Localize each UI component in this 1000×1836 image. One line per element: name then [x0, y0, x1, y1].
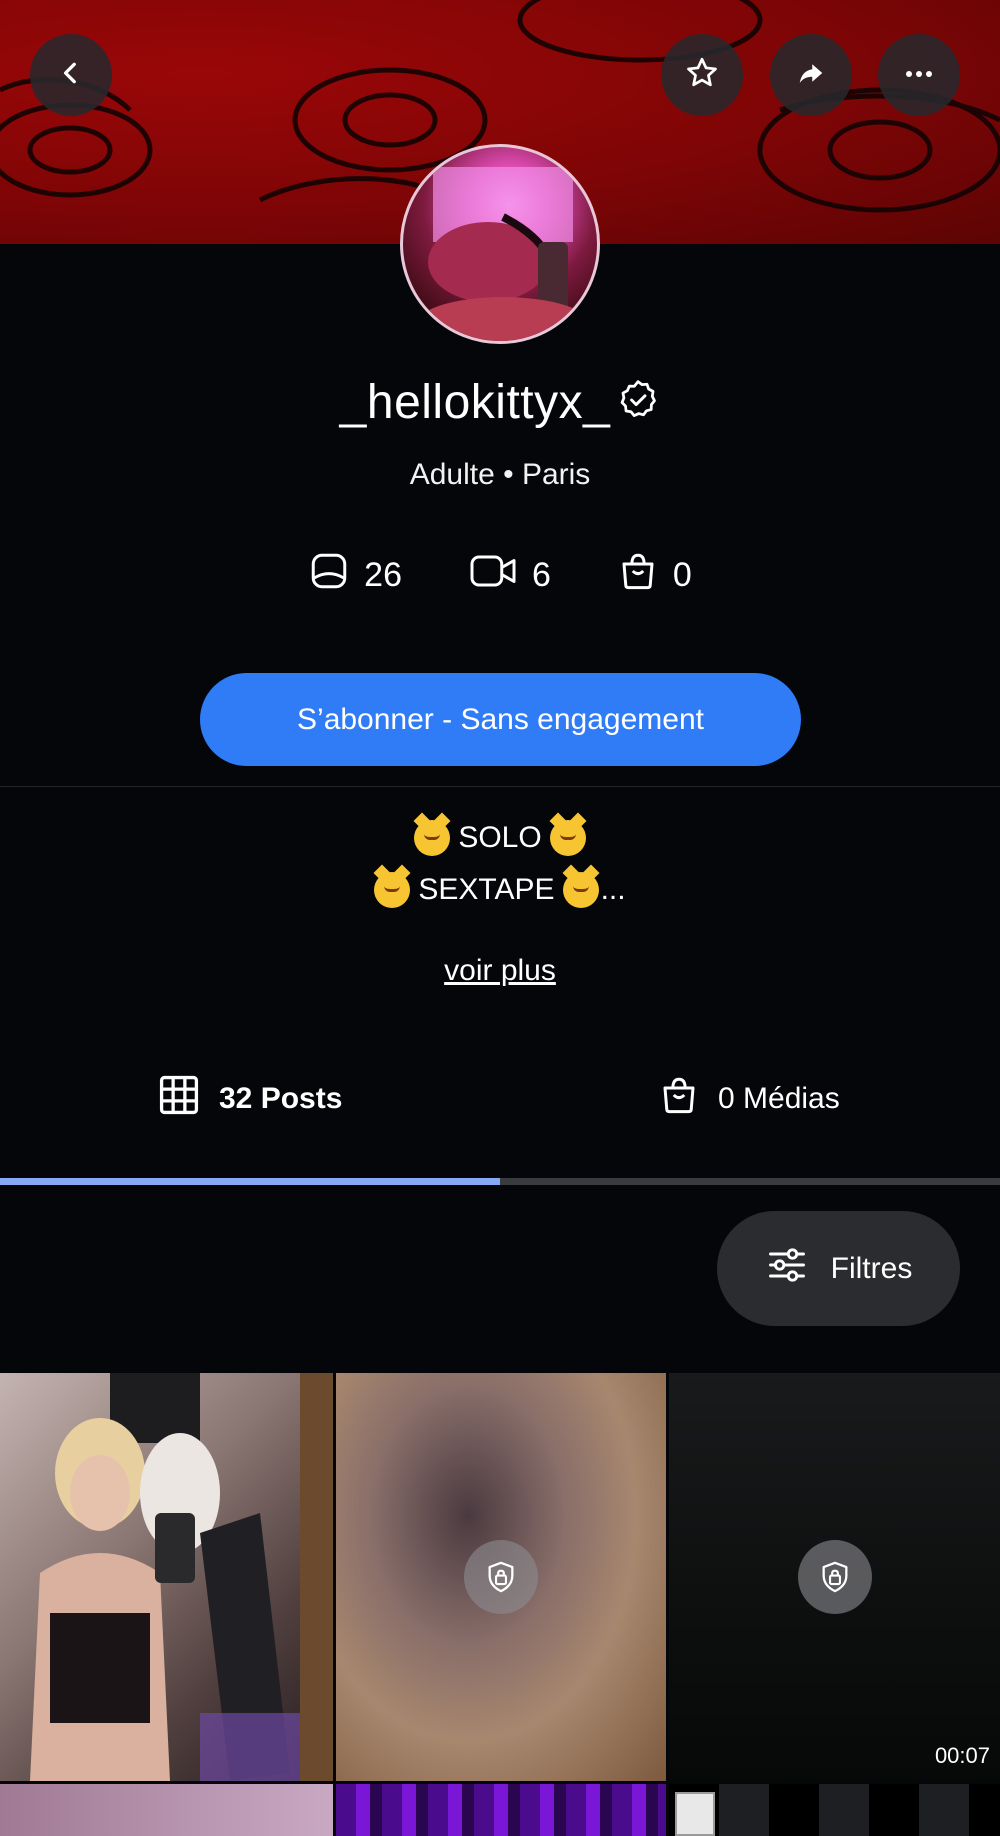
- photo-thumbnail-image: [30, 1373, 333, 1781]
- verified-badge-icon: [616, 378, 660, 427]
- favorite-button[interactable]: [661, 34, 743, 116]
- shopping-bag-icon: [617, 550, 659, 601]
- tab-posts-label: 32 Posts: [219, 1082, 343, 1115]
- video-icon: [468, 550, 518, 601]
- bio-line-2-text: SEXTAPE: [418, 873, 555, 906]
- lock-icon: [464, 1540, 538, 1614]
- profile-avatar[interactable]: [400, 144, 600, 344]
- media-thumbnail-locked-video[interactable]: 00:07: [669, 1373, 1000, 1781]
- more-options-button[interactable]: [878, 34, 960, 116]
- ellipsis-icon: [904, 66, 934, 84]
- back-button[interactable]: [30, 34, 112, 116]
- kissing-cat-emoji-icon: [549, 820, 586, 856]
- tab-posts[interactable]: 32 Posts: [157, 1066, 342, 1132]
- bio-ellipsis: ...: [600, 873, 626, 906]
- stat-medias-value: 0: [672, 555, 692, 594]
- grid-icon: [157, 1073, 201, 1125]
- username-row: _hellokittyx_: [0, 370, 1000, 434]
- media-grid: 00:07: [0, 1373, 1000, 1836]
- lock-icon: [797, 1540, 872, 1614]
- media-thumbnail[interactable]: [0, 1373, 333, 1781]
- smirking-cat-emoji-icon: [562, 872, 599, 908]
- media-thumbnail-locked[interactable]: [336, 1373, 666, 1781]
- media-thumbnail[interactable]: [336, 1784, 666, 1836]
- stat-videos-value: 6: [531, 555, 551, 594]
- share-button[interactable]: [770, 34, 852, 116]
- stat-videos: 6: [468, 550, 551, 601]
- see-more-link[interactable]: voir plus: [0, 954, 1000, 988]
- media-thumbnail[interactable]: [0, 1784, 333, 1836]
- bio-line-1-text: SOLO: [458, 821, 542, 854]
- sliders-icon: [765, 1243, 809, 1295]
- stat-photos: 26: [308, 550, 402, 601]
- profile-subtitle: Adulte • Paris: [409, 458, 591, 491]
- star-icon: [684, 55, 720, 96]
- kissing-cat-emoji-icon: [414, 820, 451, 856]
- content-tabs: 32 Posts 0 Médias: [0, 1066, 1000, 1132]
- filters-label: Filtres: [830, 1251, 913, 1285]
- subscribe-button[interactable]: S’abonner - Sans engagement: [200, 673, 801, 766]
- broken-image-icon: [675, 1792, 715, 1836]
- smirking-cat-emoji-icon: [374, 872, 411, 908]
- tab-active-indicator: [0, 1178, 500, 1185]
- profile-stats: 26 6 0: [0, 550, 1000, 600]
- bio-line-1: SOLO: [0, 812, 1000, 864]
- stat-medias: 0: [617, 550, 692, 601]
- bio-line-2: SEXTAPE ...: [0, 864, 1000, 916]
- shopping-bag-icon: [658, 1074, 700, 1124]
- divider: [0, 786, 1000, 787]
- profile-bio: SOLO SEXTAPE ...: [0, 812, 1000, 916]
- media-thumbnail[interactable]: [669, 1784, 1000, 1836]
- tab-medias-label: 0 Médias: [718, 1082, 840, 1115]
- filters-button[interactable]: Filtres: [717, 1211, 960, 1326]
- photo-icon: [308, 550, 350, 601]
- username: _hellokittyx_: [339, 375, 611, 429]
- tab-medias[interactable]: 0 Médias: [658, 1066, 840, 1132]
- share-arrow-icon: [796, 58, 826, 93]
- chevron-left-icon: [58, 60, 84, 91]
- stat-photos-value: 26: [364, 555, 402, 594]
- video-duration: 00:07: [934, 1743, 990, 1768]
- avatar-image: [413, 167, 593, 341]
